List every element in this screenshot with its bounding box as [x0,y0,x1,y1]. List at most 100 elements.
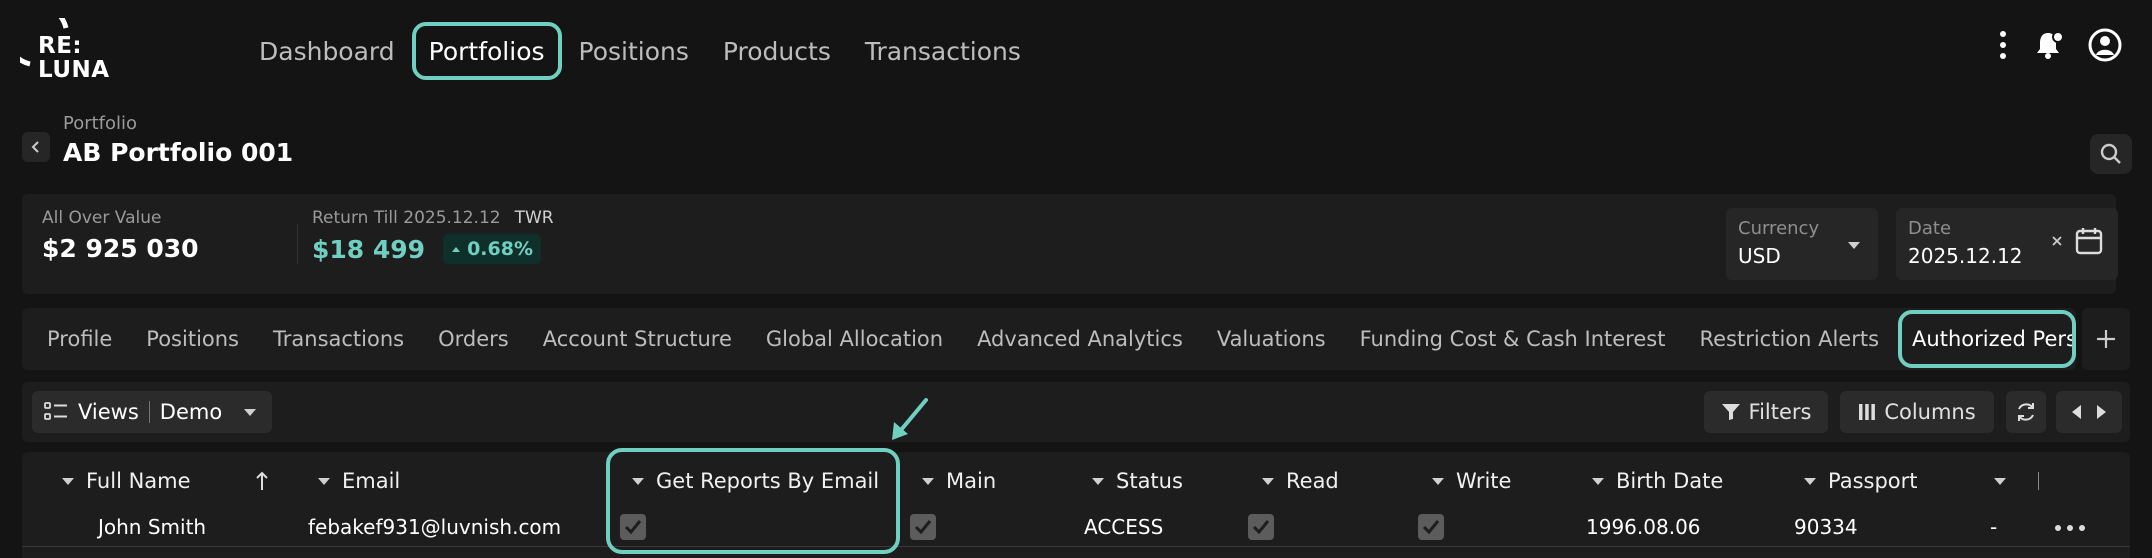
return-row: $18 499 0.68% [312,234,541,264]
views-dropdown[interactable]: Views Demo [32,391,272,433]
nav-item-dashboard[interactable]: Dashboard [242,22,412,80]
views-list-icon [44,402,67,420]
return-value: $18 499 [312,234,426,264]
summary-divider [297,224,298,264]
refresh-icon [2018,403,2034,421]
page-title: AB Portfolio 001 [63,138,294,167]
column-header-email[interactable]: Email [318,466,400,496]
views-value: Demo [159,400,223,424]
search-icon [2100,143,2121,164]
columns-button[interactable]: Columns [1840,391,1994,433]
cell-full-name[interactable]: John Smith [98,512,206,542]
tab-account-structure[interactable]: Account Structure [526,310,749,368]
cell-passport[interactable]: 90334 [1794,512,1858,542]
column-header-next[interactable] [1994,466,2039,496]
filters-button[interactable]: Filters [1704,391,1828,433]
column-header-full-name[interactable]: Full Name [62,466,269,496]
column-label: Status [1116,469,1183,493]
plus-icon [2097,330,2115,348]
column-header-main[interactable]: Main [922,466,996,496]
row-divider [22,546,2130,547]
caret-down-icon[interactable] [1092,477,1104,485]
tab-global-allocation[interactable]: Global Allocation [749,310,960,368]
checkbox-main[interactable] [910,514,936,540]
caret-down-icon[interactable] [62,477,74,485]
date-label: Date [1908,218,1952,239]
column-header-read[interactable]: Read [1262,466,1339,496]
caret-down-icon[interactable] [1432,477,1444,485]
column-label: Passport [1828,469,1918,493]
columns-icon [1859,404,1876,420]
check-icon [1252,520,1270,535]
column-header-birth-date[interactable]: Birth Date [1592,466,1723,496]
views-separator [148,401,150,423]
caret-down-icon[interactable] [922,477,934,485]
check-icon [914,520,932,535]
main-nav: Dashboard Portfolios Positions Products … [242,22,1038,80]
cell-email[interactable]: febakef931@luvnish.com [308,512,561,542]
column-label: Write [1456,469,1512,493]
prev-arrow-icon[interactable] [2070,404,2082,420]
tab-profile[interactable]: Profile [30,310,129,368]
user-avatar-icon[interactable] [2088,28,2122,62]
calendar-icon[interactable] [2074,226,2104,256]
get-reports-highlight [606,448,900,554]
breadcrumb-parent[interactable]: Portfolio [63,113,137,134]
top-actions [1998,28,2122,62]
column-header-status[interactable]: Status [1092,466,1183,496]
currency-select[interactable]: Currency USD [1726,208,1878,280]
tab-funding-cost[interactable]: Funding Cost & Cash Interest [1343,310,1683,368]
check-icon [1422,520,1440,535]
column-header-passport[interactable]: Passport [1804,466,1918,496]
tab-positions[interactable]: Positions [129,310,256,368]
tab-orders[interactable]: Orders [421,310,526,368]
cell-status[interactable]: ACCESS [1084,512,1163,542]
filter-icon [1721,404,1740,420]
return-header: Return Till 2025.12.12 TWR [312,208,554,228]
table-toolbar: Views Demo Filters Columns [22,382,2130,442]
more-vertical-icon[interactable] [1998,29,2008,61]
sort-up-icon[interactable] [255,471,269,491]
tab-advanced-analytics[interactable]: Advanced Analytics [960,310,1200,368]
all-over-value: $2 925 030 [42,234,199,263]
app-logo[interactable]: RE: LUNA [20,18,130,84]
column-label: Read [1286,469,1339,493]
clear-icon[interactable] [2050,234,2064,248]
refresh-button[interactable] [2006,391,2046,433]
cell-extra[interactable]: - [1990,512,1997,542]
caret-down-icon[interactable] [1804,477,1816,485]
tab-transactions[interactable]: Transactions [256,310,421,368]
cell-birth-date[interactable]: 1996.08.06 [1586,512,1701,542]
search-button[interactable] [2090,134,2132,174]
nav-item-portfolios[interactable]: Portfolios [411,22,562,80]
nav-item-products[interactable]: Products [706,22,848,80]
nav-item-positions[interactable]: Positions [562,22,706,80]
back-chevron-icon [31,141,39,153]
scroll-columns-buttons [2056,391,2122,433]
next-arrow-icon[interactable] [2096,404,2108,420]
caret-down-icon[interactable] [318,477,330,485]
tab-restriction-alerts[interactable]: Restriction Alerts [1682,310,1896,368]
annotation-arrow-icon [888,396,930,444]
nav-item-transactions[interactable]: Transactions [848,22,1038,80]
return-pct: 0.68% [467,238,533,260]
tab-valuations[interactable]: Valuations [1200,310,1343,368]
currency-value: USD [1738,244,1781,268]
add-tab-button[interactable] [2082,308,2130,370]
date-picker[interactable]: Date 2025.12.12 [1896,208,2118,280]
checkbox-write[interactable] [1418,514,1444,540]
up-caret-icon [452,247,461,252]
row-more-icon[interactable] [2054,524,2086,532]
caret-down-icon[interactable] [1994,477,2006,485]
column-label: Full Name [86,469,191,493]
caret-down-icon[interactable] [1262,477,1274,485]
caret-down-icon[interactable] [1592,477,1604,485]
column-header-write[interactable]: Write [1432,466,1511,496]
tab-authorized-persons[interactable]: Authorized Persons [1898,310,2076,368]
return-type: TWR [514,208,554,228]
caret-down-icon [1848,242,1860,249]
checkbox-read[interactable] [1248,514,1274,540]
column-label: Main [946,469,997,493]
back-button[interactable] [22,132,50,162]
notification-bell-icon[interactable] [2032,29,2064,61]
